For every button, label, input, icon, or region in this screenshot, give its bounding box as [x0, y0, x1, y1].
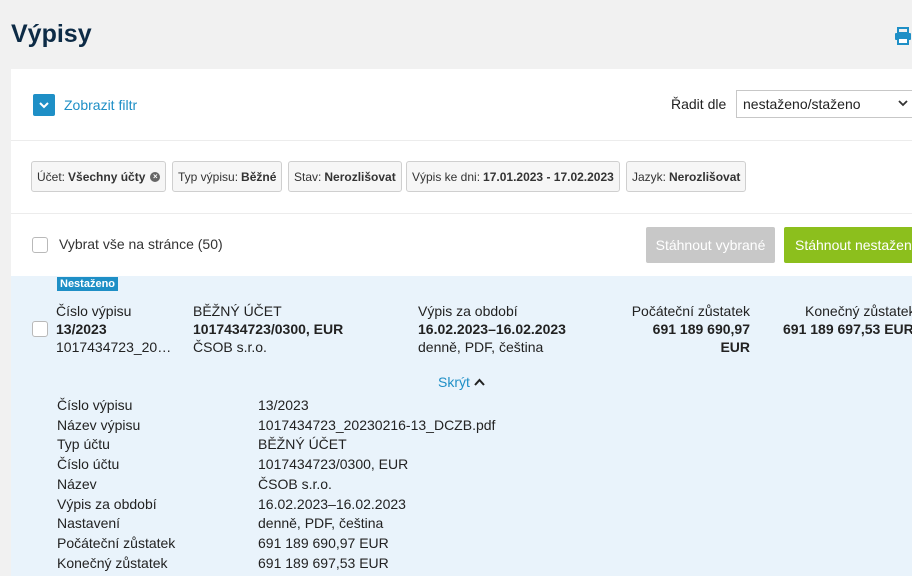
detail-value: 16.02.2023–16.02.2023: [258, 496, 406, 512]
detail-value: 13/2023: [258, 397, 309, 413]
divider: [11, 140, 912, 141]
statement-number-col: Číslo výpisu 13/2023 1017434723_20…: [56, 302, 171, 356]
filter-chip-type[interactable]: Typ výpisu: Běžné: [172, 161, 283, 192]
detail-label: Výpis za období: [57, 496, 157, 512]
detail-label: Nastavení: [57, 515, 121, 531]
filter-chip-status[interactable]: Stav: Nerozlišovat: [288, 161, 402, 192]
account-type: BĚŽNÝ ÚČET: [193, 303, 282, 319]
chip-key: Jazyk:: [632, 169, 667, 184]
download-undownloaded-button[interactable]: Stáhnout nestažené: [784, 227, 912, 263]
divider: [11, 213, 912, 214]
show-filter-toggle[interactable]: Zobrazit filtr: [33, 94, 137, 116]
statement-number: 13/2023: [56, 321, 107, 337]
detail-value: 691 189 690,97 EUR: [258, 535, 389, 551]
statement-number-label: Číslo výpisu: [56, 303, 132, 319]
detail-value: 1017434723_20230216-13_DCZB.pdf: [258, 417, 496, 433]
opening-balance-amount: 691 189 690,97: [652, 321, 750, 337]
download-selected-button[interactable]: Stáhnout vybrané: [646, 227, 775, 263]
chevron-down-icon: [898, 100, 908, 107]
chip-value: Nerozlišovat: [669, 169, 741, 184]
detail-value: BĚŽNÝ ÚČET: [258, 436, 347, 452]
hide-label: Skrýt: [438, 374, 470, 390]
filter-chip-language[interactable]: Jazyk: Nerozlišovat: [626, 161, 747, 192]
statements-panel: Zobrazit filtr Řadit dle nestaženo/staže…: [11, 69, 912, 576]
sort-selected-value: nestaženo/staženo: [743, 96, 861, 112]
statement-period-col: Výpis za období 16.02.2023–16.02.2023 de…: [418, 302, 566, 356]
statement-row: Nestaženo Číslo výpisu 13/2023 101743472…: [11, 276, 912, 576]
statement-account-col: BĚŽNÝ ÚČET 1017434723/0300, EUR ČSOB s.r…: [193, 302, 343, 356]
detail-label: Číslo výpisu: [57, 397, 133, 413]
statement-settings: denně, PDF, čeština: [418, 339, 544, 355]
select-all-checkbox[interactable]: [32, 237, 48, 253]
period-label: Výpis za období: [418, 303, 518, 319]
chip-key: Typ výpisu:: [178, 169, 239, 184]
bank-name: ČSOB s.r.o.: [193, 339, 267, 355]
select-all-label: Vybrat vše na stránce (50): [59, 236, 223, 252]
statement-checkbox[interactable]: [32, 321, 48, 337]
chip-value: Běžné: [241, 169, 277, 184]
opening-balance-label: Počáteční zůstatek: [631, 303, 750, 319]
chip-key: Stav:: [294, 169, 322, 184]
filter-chip-date[interactable]: Výpis ke dni: 17.01.2023 - 17.02.2023: [406, 161, 620, 192]
sort-label: Řadit dle: [671, 96, 727, 112]
chip-value: 17.01.2023 - 17.02.2023: [483, 169, 614, 184]
closing-balance-label: Konečný zůstatek: [805, 303, 912, 319]
account-number: 1017434723/0300, EUR: [193, 321, 344, 337]
show-filter-label: Zobrazit filtr: [64, 97, 138, 113]
chip-key: Účet:: [37, 169, 66, 184]
closing-balance-col: Konečný zůstatek 691 189 697,53 EUR: [783, 302, 912, 338]
print-icon[interactable]: [894, 27, 912, 45]
chip-value: Nerozlišovat: [324, 169, 396, 184]
detail-label: Konečný zůstatek: [57, 555, 168, 571]
chevron-up-icon: [474, 378, 485, 386]
opening-balance-currency: EUR: [720, 339, 750, 355]
detail-value: ČSOB s.r.o.: [258, 476, 332, 492]
hide-details-link[interactable]: Skrýt: [438, 374, 485, 390]
detail-value: 1017434723/0300, EUR: [258, 456, 409, 472]
detail-label: Název: [57, 476, 97, 492]
detail-label: Číslo účtu: [57, 456, 120, 472]
chip-value: Všechny účty: [68, 169, 146, 184]
filter-chip-account[interactable]: Účet: Všechny účty ×: [31, 161, 167, 192]
detail-label: Typ účtu: [57, 436, 110, 452]
closing-balance-amount: 691 189 697,53 EUR: [783, 321, 912, 337]
detail-label: Počáteční zůstatek: [57, 535, 176, 551]
chevron-down-icon: [33, 94, 55, 116]
chip-key: Výpis ke dni:: [412, 169, 481, 184]
period-value: 16.02.2023–16.02.2023: [418, 321, 566, 337]
detail-value: denně, PDF, čeština: [258, 515, 384, 531]
status-badge: Nestaženo: [57, 277, 119, 291]
sort-select[interactable]: nestaženo/staženo: [736, 90, 912, 118]
close-icon[interactable]: ×: [150, 171, 161, 182]
statement-file-name: 1017434723_20…: [56, 339, 172, 355]
opening-balance-col: Počáteční zůstatek 691 189 690,97 EUR: [621, 302, 750, 356]
detail-value: 691 189 697,53 EUR: [258, 555, 389, 571]
detail-label: Název výpisu: [57, 417, 141, 433]
page-title: Výpisy: [11, 20, 92, 48]
